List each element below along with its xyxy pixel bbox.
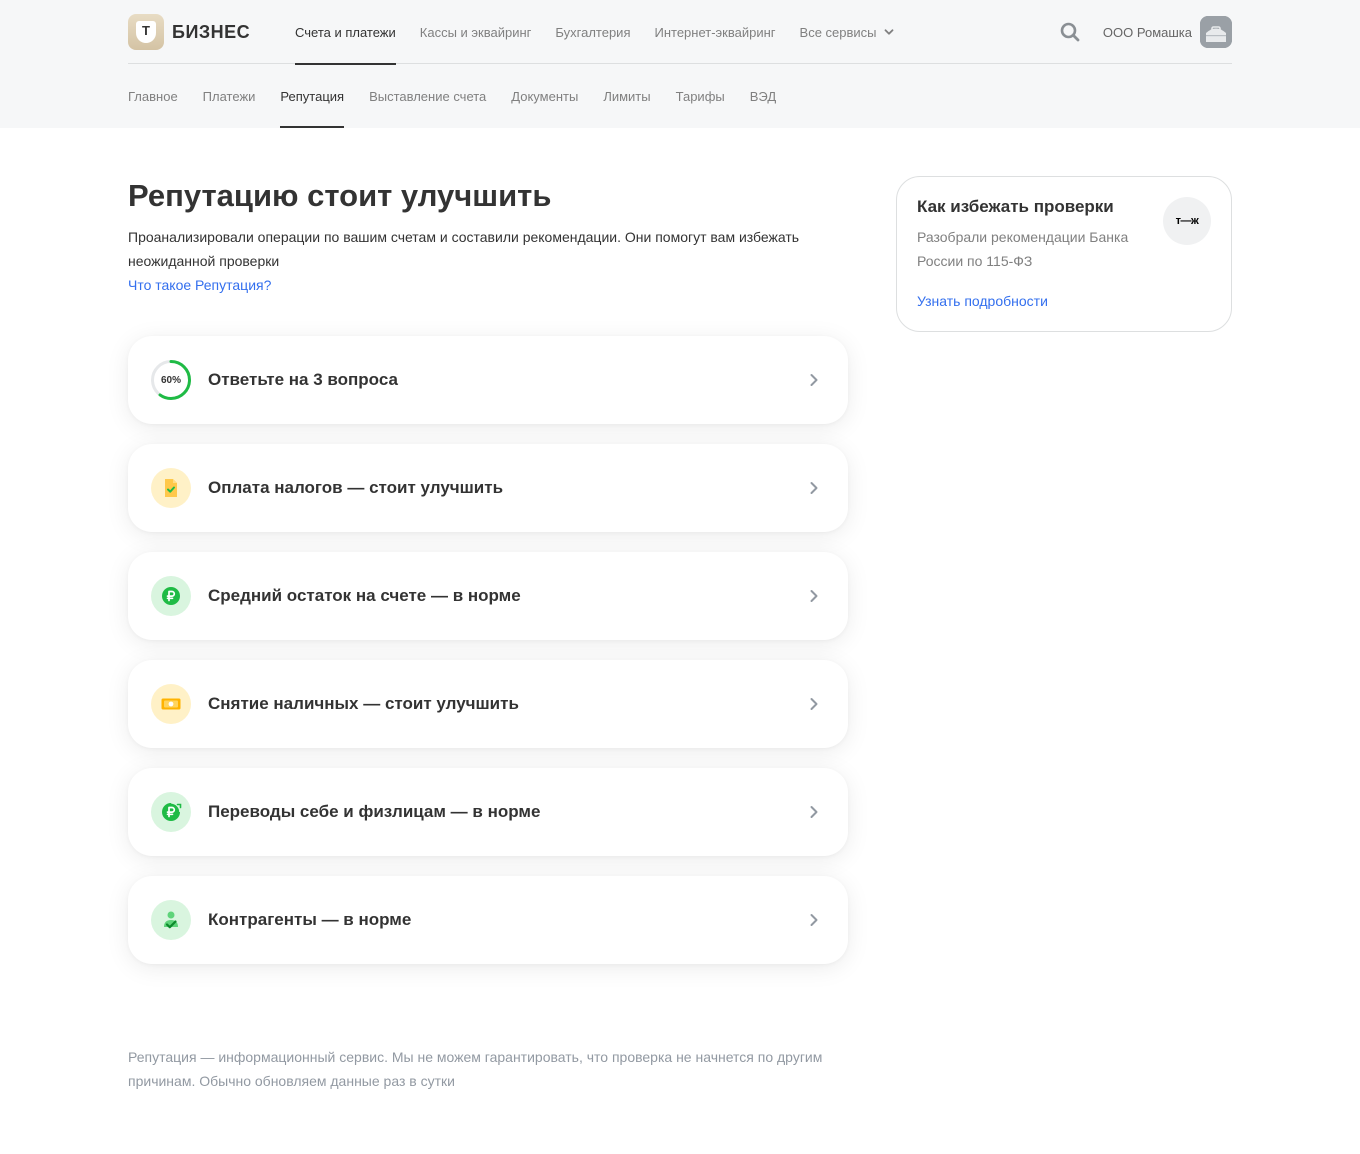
chevron-right-icon xyxy=(804,802,824,822)
disclaimer: Репутация — информационный сервис. Мы не… xyxy=(128,1049,823,1089)
reputation-card-questions[interactable]: 60% Ответьте на 3 вопроса xyxy=(128,336,848,424)
subnav-item-tariffs[interactable]: Тарифы xyxy=(676,64,725,128)
tax-document-icon xyxy=(151,468,191,508)
main-nav-item-internet-acquiring[interactable]: Интернет-эквайринг xyxy=(654,0,775,64)
subnav-item-payments[interactable]: Платежи xyxy=(203,64,256,128)
card-label: Переводы себе и физлицам — в норме xyxy=(208,802,541,821)
reputation-card-counterparties[interactable]: Контрагенты — в норме xyxy=(128,876,848,964)
reputation-card-cash-withdrawal[interactable]: Снятие наличных — стоит улучшить xyxy=(128,660,848,748)
card-label: Ответьте на 3 вопроса xyxy=(208,370,398,389)
reputation-card-average-balance[interactable]: Средний остаток на счете — в норме xyxy=(128,552,848,640)
logo-letter: Т xyxy=(136,21,156,43)
chevron-right-icon xyxy=(804,478,824,498)
ruble-coin-icon xyxy=(151,576,191,616)
chevron-right-icon xyxy=(804,586,824,606)
subnav-item-invoicing[interactable]: Выставление счета xyxy=(369,64,486,128)
logo-badge-icon: Т xyxy=(128,14,164,50)
chevron-right-icon xyxy=(804,910,824,930)
avoid-audit-promo-card[interactable]: Как избежать проверки Разобрали рекоменд… xyxy=(896,176,1232,332)
chevron-right-icon xyxy=(804,694,824,714)
subnav-item-main[interactable]: Главное xyxy=(128,64,178,128)
all-services-label: Все сервисы xyxy=(799,24,877,40)
promo-title: Как избежать проверки xyxy=(917,197,1114,216)
subnav-item-limits[interactable]: Лимиты xyxy=(603,64,650,128)
card-label: Контрагенты — в норме xyxy=(208,910,412,929)
subnav-item-ved[interactable]: ВЭД xyxy=(750,64,776,128)
main-nav: Счета и платежи Кассы и эквайринг Бухгал… xyxy=(295,0,919,65)
header: Т БИЗНЕС Счета и платежи Кассы и эквайри… xyxy=(0,0,1360,128)
company-avatar[interactable] xyxy=(1200,16,1232,48)
top-bar: Т БИЗНЕС Счета и платежи Кассы и эквайри… xyxy=(128,0,1232,65)
progress-ring-icon: 60% xyxy=(151,360,191,400)
progress-percent: 60% xyxy=(160,374,181,386)
cash-banknote-icon xyxy=(151,684,191,724)
subnav-item-documents[interactable]: Документы xyxy=(511,64,578,128)
promo-text: Разобрали рекомендации Банка России по 1… xyxy=(917,229,1129,269)
main-nav-item-cash-desks[interactable]: Кассы и эквайринг xyxy=(420,0,532,64)
logo-text: БИЗНЕС xyxy=(172,21,251,42)
logo[interactable]: Т БИЗНЕС xyxy=(128,14,250,50)
main-nav-item-accounts[interactable]: Счета и платежи xyxy=(295,0,396,65)
card-label: Оплата налогов — стоит улучшить xyxy=(208,478,504,497)
sub-nav: Главное Платежи Репутация Выставление сч… xyxy=(128,64,801,128)
subnav-item-reputation[interactable]: Репутация xyxy=(280,64,344,128)
counterparty-check-icon xyxy=(151,900,191,940)
learn-more-link[interactable]: Узнать подробности xyxy=(917,289,1048,313)
page-title: Репутацию стоит улучшить xyxy=(128,178,552,213)
chevron-down-icon xyxy=(883,26,895,38)
main-nav-item-accounting[interactable]: Бухгалтерия xyxy=(555,0,630,64)
reputation-card-transfers[interactable]: Переводы себе и физлицам — в норме xyxy=(128,768,848,856)
page-description: Проанализировали операции по вашим счета… xyxy=(128,229,800,269)
search-icon[interactable] xyxy=(1058,20,1082,44)
ruble-transfer-icon xyxy=(151,792,191,832)
card-label: Снятие наличных — стоит улучшить xyxy=(208,694,519,713)
company-name[interactable]: ООО Ромашка xyxy=(1103,0,1192,64)
what-is-reputation-link[interactable]: Что такое Репутация? xyxy=(128,273,271,297)
reputation-card-taxes[interactable]: Оплата налогов — стоит улучшить xyxy=(128,444,848,532)
tj-logo-icon: т—ж xyxy=(1163,197,1211,245)
card-label: Средний остаток на счете — в норме xyxy=(208,586,521,605)
main-nav-item-all-services[interactable]: Все сервисы xyxy=(800,0,895,64)
chevron-right-icon xyxy=(804,370,824,390)
